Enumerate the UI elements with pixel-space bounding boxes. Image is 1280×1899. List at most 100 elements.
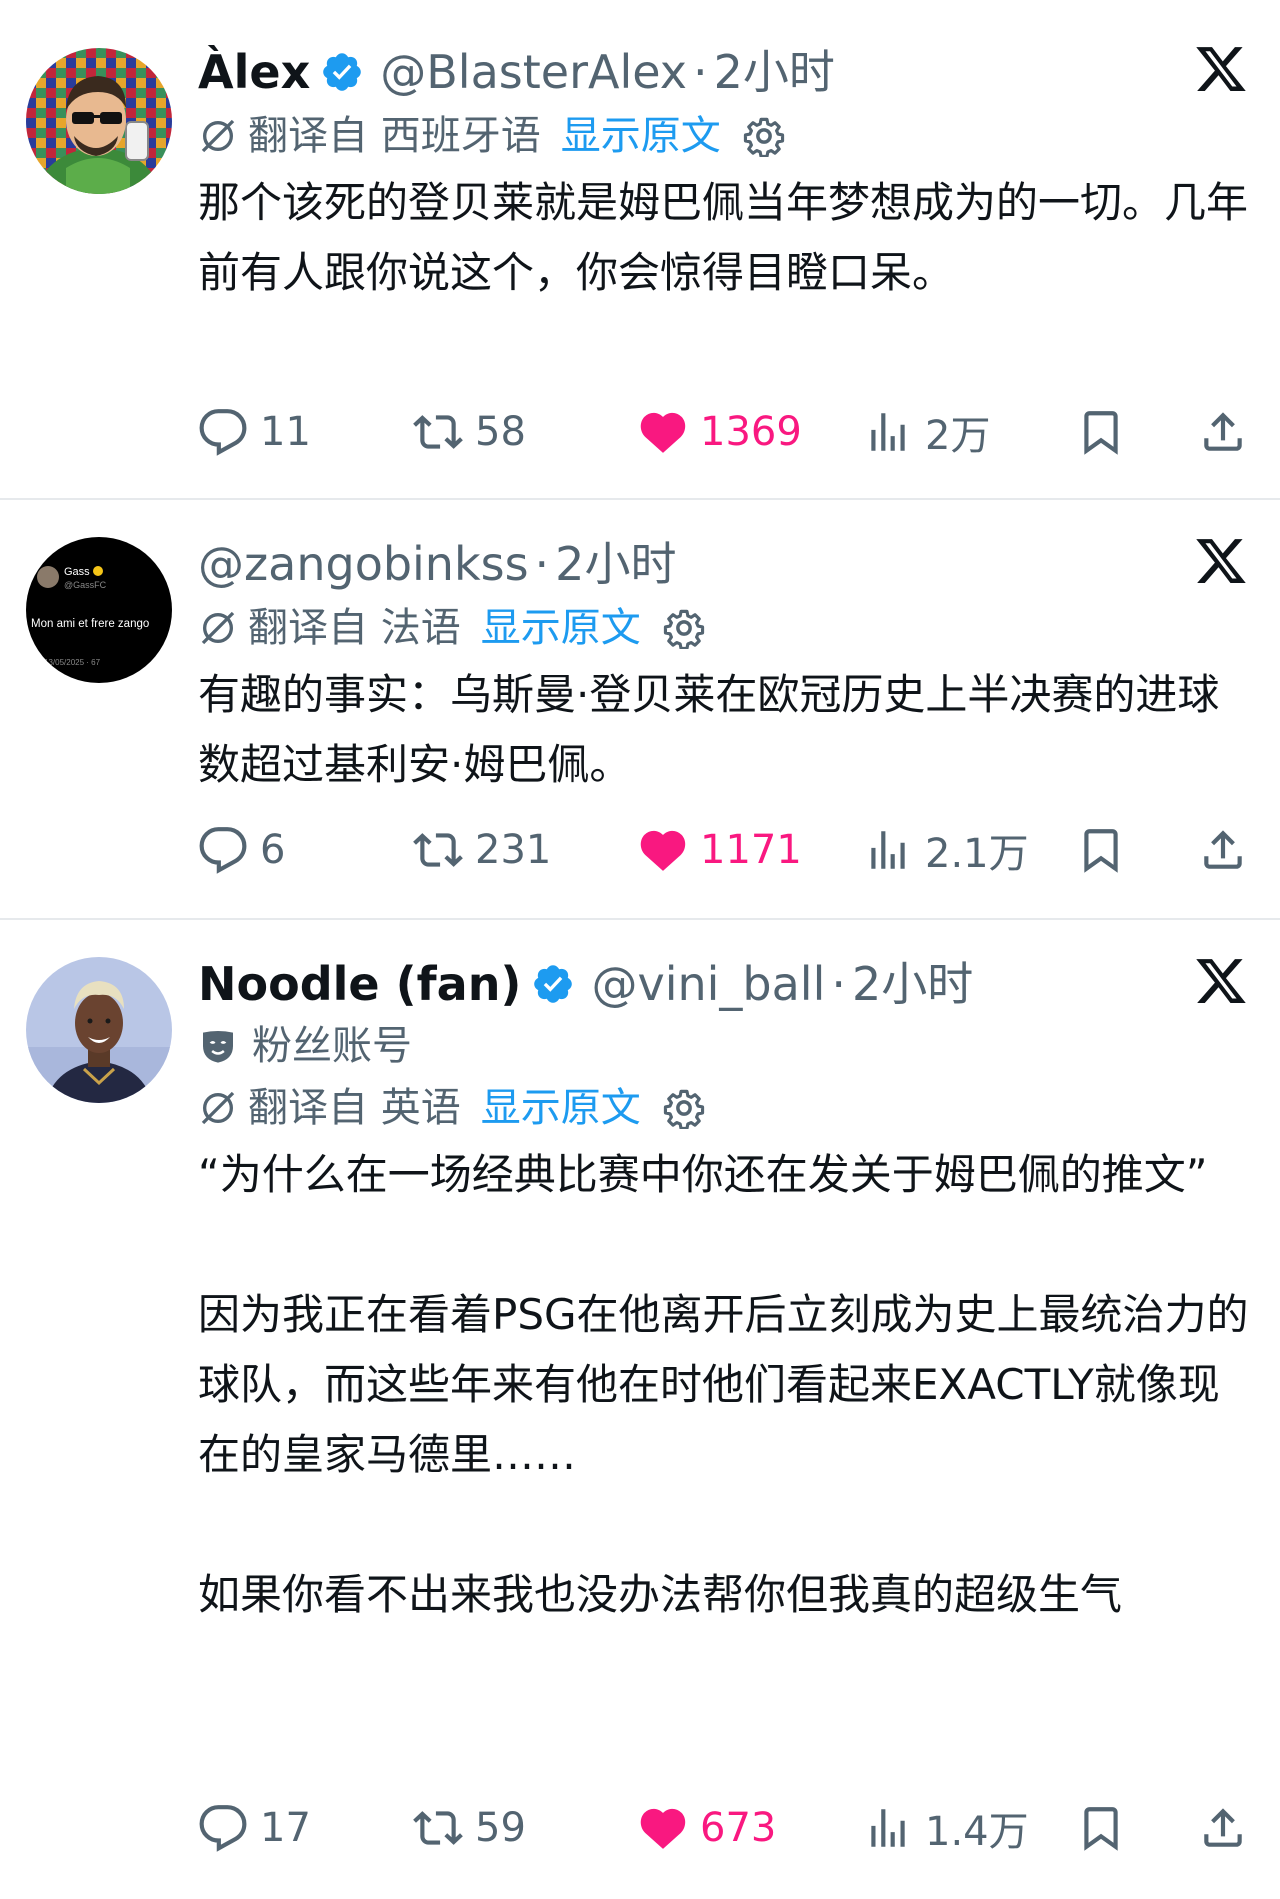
fan-account-label: 粉丝账号 — [198, 1016, 1250, 1076]
verified-badge-icon — [323, 53, 362, 91]
gear-icon[interactable] — [663, 1087, 705, 1129]
views-count: 1.4万 — [925, 1809, 1029, 1855]
translate-icon — [201, 611, 235, 645]
retweet-icon — [413, 415, 463, 449]
avatar-photo — [26, 957, 172, 1103]
translate-icon — [201, 1091, 235, 1125]
views-icon — [871, 413, 905, 451]
like-count: 1171 — [700, 827, 802, 873]
heart-icon — [640, 830, 686, 871]
tweet-content: @zangobinkss · 2小时 翻译自 法语 显示原文 有趣的事实：乌斯曼… — [198, 532, 1250, 800]
translation-bar: 翻译自 法语 显示原文 — [198, 596, 1250, 660]
translated-from-label: 翻译自 法语 — [248, 605, 461, 651]
separator-dot: · — [692, 45, 708, 99]
share-icon — [1204, 830, 1242, 869]
tweet-1[interactable]: Àlex @BlasterAlex · 2小时 翻译自 西班牙语 显示原文 那个… — [0, 0, 1280, 500]
heart-icon — [640, 1808, 686, 1849]
avatar-name-text: Gass — [64, 566, 90, 578]
reply-button[interactable]: 17 — [198, 1798, 311, 1858]
tweet-text: 那个该死的登贝莱就是姆巴佩当年梦想成为的一切。几年前有人跟你说这个，你会惊得目瞪… — [198, 178, 1249, 297]
tweet-text: “为什么在一场经典比赛中你还在发关于姆巴佩的推文” 因为我正在看着PSG在他离开… — [198, 1150, 1249, 1619]
retweet-button[interactable]: 58 — [413, 402, 526, 462]
share-icon — [1204, 412, 1242, 451]
heart-icon — [640, 412, 686, 453]
avatar[interactable]: Gass @GassFC Mon ami et frere zango 05 ·… — [26, 537, 172, 683]
tweet-time[interactable]: 2小时 — [852, 952, 973, 1016]
reply-icon — [199, 827, 247, 874]
avatar-screenshot: Gass @GassFC Mon ami et frere zango 05 ·… — [26, 537, 172, 683]
like-count: 1369 — [700, 409, 802, 455]
tweet-header: Noodle (fan) @vini_ball · 2小时 — [198, 952, 1250, 1016]
show-original-link[interactable]: 显示原文 — [481, 598, 641, 658]
translate-icon — [201, 119, 235, 153]
tweet-header: Àlex @BlasterAlex · 2小时 — [198, 40, 1250, 104]
share-button[interactable] — [1198, 820, 1248, 880]
bookmark-button[interactable] — [1076, 1798, 1126, 1858]
fan-account-text: 粉丝账号 — [252, 1023, 412, 1069]
views-icon — [871, 831, 905, 869]
bookmark-button[interactable] — [1076, 820, 1126, 880]
bookmark-icon — [1084, 411, 1118, 455]
tweet-2[interactable]: Gass @GassFC Mon ami et frere zango 05 ·… — [0, 502, 1280, 920]
views-count: 2万 — [925, 413, 991, 459]
translated-from-label: 翻译自 西班牙语 — [248, 113, 541, 159]
translation-bar: 翻译自 英语 显示原文 — [198, 1076, 1250, 1140]
tweet-3[interactable]: Noodle (fan) @vini_ball · 2小时 粉丝账号 翻译自 英… — [0, 922, 1280, 1899]
avatar[interactable] — [26, 957, 172, 1103]
separator-dot: · — [534, 537, 550, 591]
share-button[interactable] — [1198, 402, 1248, 462]
like-button[interactable]: 1171 — [638, 820, 802, 880]
avatar-caption-text: Mon ami et frere zango — [31, 618, 149, 630]
author-name[interactable]: Noodle (fan) — [198, 952, 521, 1016]
retweet-button[interactable]: 59 — [413, 1798, 526, 1858]
gear-icon[interactable] — [663, 607, 705, 649]
tweet-time[interactable]: 2小时 — [714, 40, 835, 104]
avatar-handle-text: @GassFC — [64, 580, 107, 590]
tweet-actions: 6 231 1171 2.1万 — [198, 820, 1250, 880]
views-button[interactable]: 2.1万 — [863, 820, 1029, 880]
author-handle[interactable]: @BlasterAlex — [380, 40, 687, 104]
reply-button[interactable]: 11 — [198, 402, 311, 462]
views-icon — [871, 1809, 905, 1847]
share-icon — [1204, 1808, 1242, 1847]
tweet-time[interactable]: 2小时 — [555, 532, 676, 596]
like-button[interactable]: 1369 — [638, 402, 802, 462]
avatar-illustration — [26, 48, 172, 194]
reply-icon — [199, 409, 247, 456]
bookmark-icon — [1084, 829, 1118, 873]
views-count: 2.1万 — [925, 831, 1029, 877]
views-button[interactable]: 2万 — [863, 402, 990, 462]
retweet-count: 231 — [475, 827, 552, 873]
reply-count: 11 — [260, 409, 311, 455]
tweet-content: Noodle (fan) @vini_ball · 2小时 粉丝账号 翻译自 英… — [198, 952, 1250, 1630]
fan-mask-icon — [203, 1031, 233, 1063]
retweet-icon — [413, 833, 463, 867]
show-original-link[interactable]: 显示原文 — [481, 1078, 641, 1138]
retweet-icon — [413, 1811, 463, 1845]
translation-bar: 翻译自 西班牙语 显示原文 — [198, 104, 1250, 168]
avatar-footer-text: 05 · 13/05/2025 · 67 — [28, 658, 101, 667]
avatar[interactable] — [26, 48, 172, 194]
reply-icon — [199, 1805, 247, 1852]
like-button[interactable]: 673 — [638, 1798, 776, 1858]
author-handle[interactable]: @zangobinkss — [198, 532, 529, 596]
reply-count: 17 — [260, 1805, 311, 1851]
tweet-header: @zangobinkss · 2小时 — [198, 532, 1250, 596]
verified-badge-icon — [534, 965, 573, 1003]
retweet-button[interactable]: 231 — [413, 820, 551, 880]
tweet-actions: 11 58 1369 2万 — [198, 402, 1250, 462]
gear-icon[interactable] — [743, 115, 785, 157]
author-name[interactable]: Àlex — [198, 40, 310, 104]
reply-button[interactable]: 6 — [198, 820, 285, 880]
views-button[interactable]: 1.4万 — [863, 1798, 1029, 1858]
share-button[interactable] — [1198, 1798, 1248, 1858]
bookmark-button[interactable] — [1076, 402, 1126, 462]
show-original-link[interactable]: 显示原文 — [561, 106, 721, 166]
author-handle[interactable]: @vini_ball — [591, 952, 825, 1016]
like-count: 673 — [700, 1805, 777, 1851]
bookmark-icon — [1084, 1807, 1118, 1851]
reply-count: 6 — [260, 827, 286, 873]
tweet-text: 有趣的事实：乌斯曼·登贝莱在欧冠历史上半决赛的进球数超过基利安·姆巴佩。 — [198, 670, 1220, 789]
tweet-actions: 17 59 673 1.4万 — [198, 1798, 1250, 1858]
translated-from-label: 翻译自 英语 — [248, 1085, 461, 1131]
